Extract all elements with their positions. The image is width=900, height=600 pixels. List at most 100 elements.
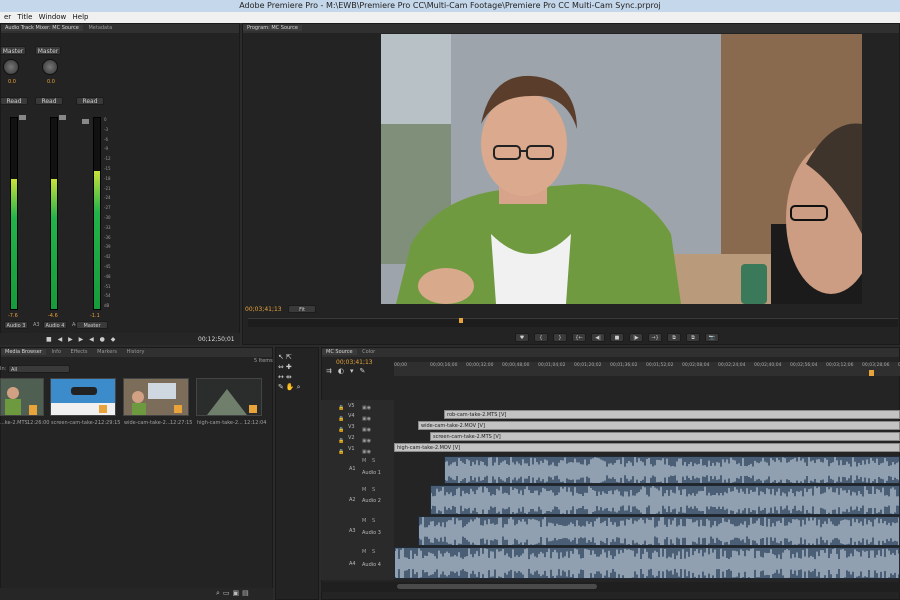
timeline-scrollbar-thumb[interactable] <box>397 584 597 589</box>
db-scale-tick: -45 <box>104 264 111 269</box>
tab-history[interactable]: History <box>123 349 149 355</box>
timeline-timecode[interactable]: 00;03;41;13 <box>336 359 373 366</box>
volume-fader[interactable] <box>59 115 66 120</box>
channel-output-select[interactable]: Master <box>35 46 61 55</box>
meter-value: -4.6 <box>48 313 58 319</box>
automation-mode-select[interactable]: Read <box>0 97 28 105</box>
program-scrub-bar[interactable] <box>248 318 898 327</box>
timeline-ruler[interactable]: 00;00 00;00;16;00 00;00;32;00 00;00;48;00 00… <box>394 362 900 376</box>
pen-tool-icon[interactable]: ✎✋⌕ <box>278 382 318 392</box>
eye-icon[interactable]: ▣◉ ▣◉ ▣◉ ▣◉ ▣◉ <box>362 403 371 458</box>
clip-thumbnail-name: wide-cam-take-2... <box>124 420 171 426</box>
audio-clip[interactable] <box>430 485 900 515</box>
video-clip[interactable]: rob-cam-take-2.MTS [V] <box>444 410 900 419</box>
tab-metadata[interactable]: Metadata <box>84 25 116 31</box>
video-clip[interactable]: wide-cam-take-2.MOV [V] <box>418 421 900 430</box>
timeline-playhead[interactable] <box>869 370 874 376</box>
project-bottom-icons[interactable]: ⌕▭▣▤ <box>216 589 252 598</box>
db-scale-tick: -18 <box>104 175 111 181</box>
db-scale-tick: 0 <box>104 117 107 122</box>
clip-thumbnail[interactable] <box>123 378 189 416</box>
selection-tool-icon[interactable]: ↖⇱ <box>278 352 318 362</box>
slip-tool-icon[interactable]: ↔⇹ <box>278 372 318 382</box>
solo-toggle[interactable]: S <box>372 549 375 555</box>
transport-button[interactable]: ◀| <box>591 333 605 342</box>
track-id-a1: A1 <box>349 466 356 472</box>
transport-button[interactable]: ♥ <box>515 333 529 342</box>
automation-mode-select[interactable]: Read <box>35 97 63 105</box>
solo-toggle[interactable]: S <box>372 518 375 524</box>
mute-toggle[interactable]: M <box>362 518 366 524</box>
transport-button[interactable]: ⧉ <box>686 333 700 342</box>
clip-thumbnail[interactable] <box>0 378 44 416</box>
mixer-transport-controls[interactable]: ■ ◀ ▶ ▶ ◀ ● ◆ <box>46 336 117 343</box>
db-scale-tick: -15 <box>104 166 111 171</box>
db-scale: 0 -3 -6 -9 -12 -15 -18 -21 -24 -27 -30 -33 -36 -39 -42… <box>104 117 114 312</box>
tools-grid[interactable]: ↖⇱ ⇔✚ ↔⇹ ✎✋⌕ <box>278 352 318 392</box>
video-clip[interactable]: screen-cam-take-2.MTS [V] <box>430 432 900 441</box>
track-id-a2: A2 <box>349 497 356 503</box>
clip-thumbnail[interactable] <box>196 378 262 416</box>
pan-value: 0.0 <box>8 79 16 85</box>
ruler-tick-label: 00;01;52;02 <box>646 363 674 368</box>
pan-knob[interactable] <box>3 59 19 75</box>
program-timecode[interactable]: 00;03;41;13 <box>245 306 282 313</box>
channel-output-select[interactable]: Master <box>0 46 26 55</box>
tab-info[interactable]: Info <box>47 349 64 355</box>
transport-button[interactable]: →} <box>648 333 662 342</box>
waveform <box>445 457 899 483</box>
program-transport-controls: ♥ {} {← ◀| ■ |▶ →} ⧉ ⧉ 📷 <box>515 333 735 343</box>
transport-button[interactable]: |▶ <box>629 333 643 342</box>
ruler-tick-label: 00;01;20;02 <box>574 363 602 368</box>
db-scale-tick: -9 <box>104 146 108 152</box>
in-filter-select[interactable]: All <box>8 365 70 373</box>
menu-item-help[interactable]: Help <box>73 12 89 23</box>
mute-toggle[interactable]: M <box>362 487 366 493</box>
ripple-edit-tool-icon[interactable]: ⇔✚ <box>278 362 318 372</box>
video-clip[interactable]: high-cam-take-2.MOV [V] <box>394 443 900 452</box>
clip-thumbnail[interactable] <box>50 378 116 416</box>
menu-item-title[interactable]: Title <box>17 12 32 23</box>
tab-effects[interactable]: Effects <box>67 349 92 355</box>
automation-mode-select[interactable]: Read <box>76 97 104 105</box>
menu-item-window[interactable]: Window <box>39 12 67 23</box>
timeline-tool-icons[interactable]: ⇉◐▾✎ <box>326 367 371 375</box>
audio-clip[interactable] <box>444 456 900 484</box>
audio-clip[interactable] <box>418 516 900 546</box>
volume-fader[interactable] <box>19 115 26 120</box>
transport-button[interactable]: ■ <box>610 333 624 342</box>
transport-button[interactable]: 📷 <box>705 333 719 342</box>
track-label-v5: V5 <box>348 403 355 409</box>
ruler-tick-label: 00;02;24;04 <box>718 363 746 368</box>
lock-icon[interactable]: 🔒 🔒 🔒 🔒 🔒 <box>338 403 344 458</box>
transport-button[interactable]: } <box>553 333 567 342</box>
ruler-tick-label: 00;00;32;00 <box>466 363 494 368</box>
channel-prefix: A3 <box>33 322 40 328</box>
ruler-tick-label: 00;02;08;04 <box>682 363 710 368</box>
volume-fader[interactable] <box>82 119 89 124</box>
track-id-a3: A3 <box>349 528 356 534</box>
track-label-v4: V4 <box>348 413 355 419</box>
tab-audio-track-mixer[interactable]: Audio Track Mixer: MC Source <box>1 25 83 31</box>
transport-button[interactable]: {← <box>572 333 586 342</box>
ruler-tick-label: 00;01;04;02 <box>538 363 566 368</box>
tab-program[interactable]: Program: MC Source <box>243 25 302 31</box>
tab-color[interactable]: Color <box>358 349 379 355</box>
zoom-select[interactable]: Fit <box>288 305 316 313</box>
solo-toggle[interactable]: S <box>372 458 375 464</box>
mute-toggle[interactable]: M <box>362 549 366 555</box>
track-label-v2: V2 <box>348 435 355 441</box>
pan-knob[interactable] <box>42 59 58 75</box>
mute-toggle[interactable]: M <box>362 458 366 464</box>
menu-item-sequence[interactable]: er <box>4 12 11 23</box>
transport-button[interactable]: { <box>534 333 548 342</box>
tab-markers[interactable]: Markers <box>93 349 121 355</box>
tab-mc-source[interactable]: MC Source <box>322 349 357 355</box>
solo-toggle[interactable]: S <box>372 487 375 493</box>
audio-clip[interactable] <box>394 547 900 579</box>
channel-name: Master <box>76 321 108 329</box>
transport-button[interactable]: ⧉ <box>667 333 681 342</box>
db-scale-tick: -36 <box>104 234 111 240</box>
playhead[interactable] <box>459 318 463 323</box>
tab-media-browser[interactable]: Media Browser <box>1 349 46 355</box>
